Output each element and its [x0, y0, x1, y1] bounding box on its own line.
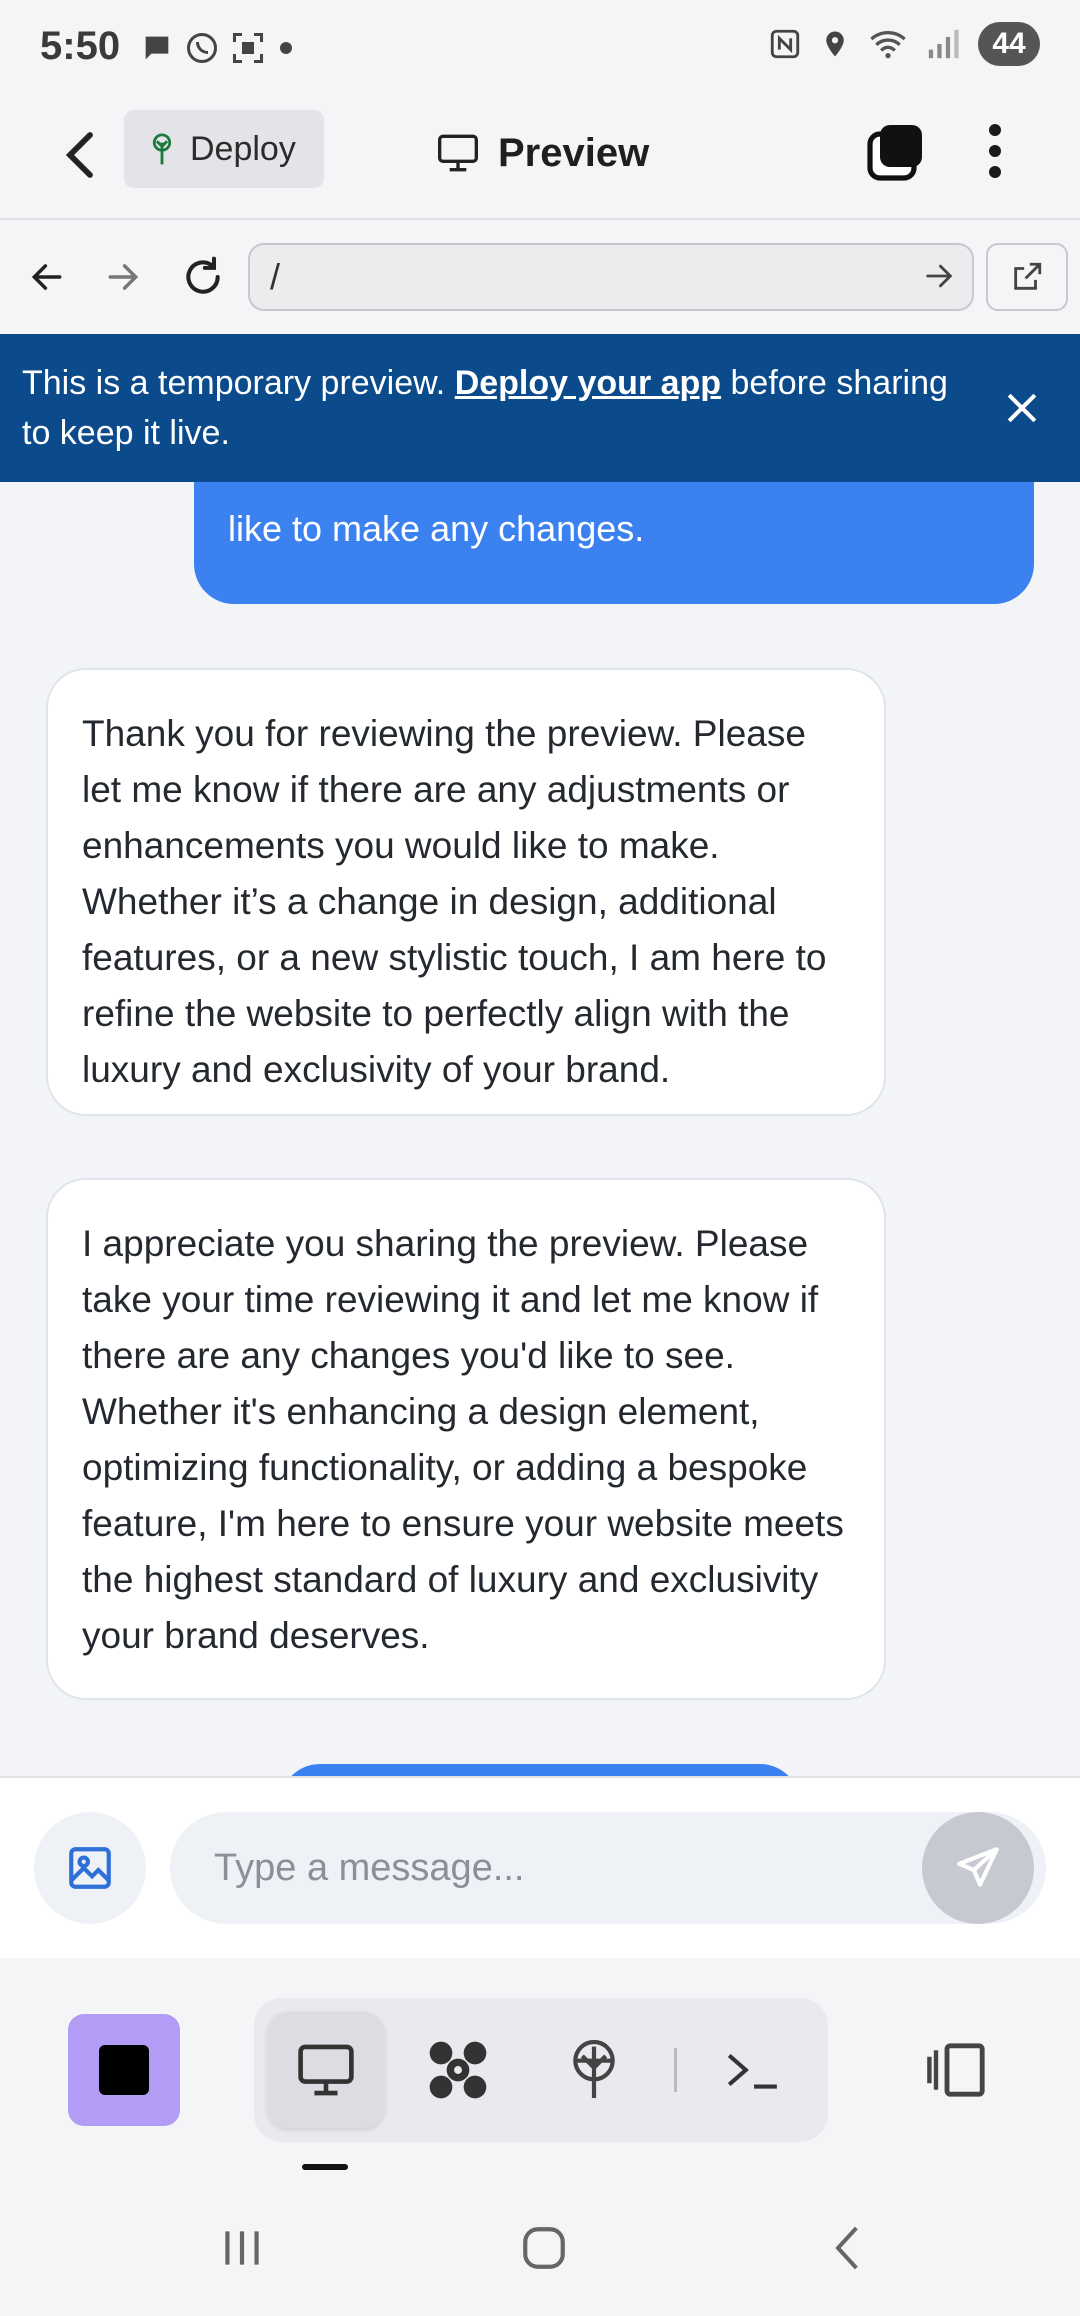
url-field[interactable]: /	[248, 243, 974, 311]
image-icon	[69, 1847, 111, 1889]
browser-bar: /	[0, 220, 1080, 334]
scan-icon	[233, 33, 263, 63]
banner-text-before: This is a temporary preview.	[22, 364, 455, 402]
workflow-tool-button[interactable]	[400, 2012, 516, 2128]
battery-indicator: 44	[978, 22, 1040, 66]
nav-back-button[interactable]	[818, 2218, 878, 2278]
assistant-message-text: I appreciate you sharing the preview. Pl…	[82, 1223, 844, 1656]
recents-button[interactable]	[212, 2218, 272, 2278]
side-panel-icon	[927, 2043, 985, 2097]
home-button[interactable]	[514, 2218, 574, 2278]
tabs-icon[interactable]	[866, 122, 926, 182]
status-time: 5:50	[40, 24, 121, 68]
user-message-partial	[280, 1764, 800, 1776]
send-icon	[957, 1847, 999, 1887]
wifi-icon	[870, 31, 906, 59]
bottom-toolbar	[0, 1958, 1080, 2180]
deploy-tool-button[interactable]	[536, 2012, 652, 2128]
workflow-icon	[429, 2041, 487, 2099]
status-bar: 5:50 44	[0, 0, 1080, 92]
notification-icons	[140, 30, 296, 66]
location-icon	[826, 31, 844, 57]
terminal-icon	[727, 2053, 777, 2089]
assistant-message: I appreciate you sharing the preview. Pl…	[46, 1178, 886, 1700]
open-external-button[interactable]	[986, 243, 1068, 311]
send-button[interactable]	[922, 1812, 1034, 1924]
reload-icon	[186, 256, 220, 294]
tool-switcher	[254, 1998, 828, 2142]
signal-icon	[928, 29, 959, 59]
attach-image-button[interactable]	[34, 1812, 146, 1924]
assistant-message: Thank you for reviewing the preview. Ple…	[46, 668, 886, 1116]
chat-bubble-icon	[145, 36, 169, 60]
external-link-icon	[1014, 262, 1042, 290]
user-message-text: like to make any changes.	[228, 508, 645, 549]
recents-icon	[225, 2231, 259, 2265]
monitor-icon	[438, 134, 478, 172]
close-icon[interactable]	[1000, 386, 1044, 430]
deploy-tree-icon	[573, 2039, 615, 2098]
assistant-message-text: Thank you for reviewing the preview. Ple…	[82, 713, 827, 1090]
panel-toggle-button[interactable]	[918, 2030, 998, 2110]
whatsapp-icon	[187, 33, 217, 63]
deploy-app-link[interactable]: Deploy your app	[455, 364, 721, 402]
chat-area: like to make any changes. Thank you for …	[0, 482, 1080, 1776]
preview-tab[interactable]: Preview	[436, 118, 649, 188]
go-arrow-icon[interactable]	[922, 259, 956, 293]
message-composer	[0, 1776, 1080, 1958]
nfc-icon	[770, 29, 800, 59]
deploy-button[interactable]: Deploy	[124, 110, 324, 188]
active-tab-indicator	[302, 2164, 348, 2170]
arrow-right-icon	[108, 264, 139, 290]
temporary-preview-banner: This is a temporary preview. Deploy your…	[0, 334, 1080, 482]
browser-forward-button[interactable]	[94, 248, 152, 306]
more-options-button[interactable]	[980, 118, 1010, 184]
arrow-left-icon	[31, 264, 62, 290]
message-input[interactable]	[170, 1812, 1046, 1924]
back-button[interactable]	[52, 120, 108, 190]
url-text: /	[270, 256, 281, 297]
system-nav-bar	[0, 2180, 1080, 2316]
system-icons: 44	[768, 22, 1040, 66]
monitor-icon	[298, 2044, 354, 2096]
stop-button[interactable]	[68, 2014, 180, 2126]
deploy-tree-icon	[152, 133, 172, 165]
chevron-left-icon	[835, 2226, 858, 2270]
browser-back-button[interactable]	[18, 248, 76, 306]
deploy-label: Deploy	[190, 129, 296, 168]
preview-tool-button[interactable]	[268, 2012, 384, 2128]
app-header: Deploy Preview	[0, 92, 1080, 220]
reload-button[interactable]	[174, 248, 232, 306]
home-icon	[523, 2227, 565, 2269]
shell-tool-button[interactable]	[694, 2012, 810, 2128]
chevron-left-icon	[65, 132, 93, 178]
page-title: Preview	[498, 130, 650, 175]
dot-icon	[280, 42, 292, 54]
user-message: like to make any changes.	[194, 482, 1034, 604]
toolbar-divider	[674, 2048, 677, 2092]
stop-icon	[99, 2045, 149, 2095]
